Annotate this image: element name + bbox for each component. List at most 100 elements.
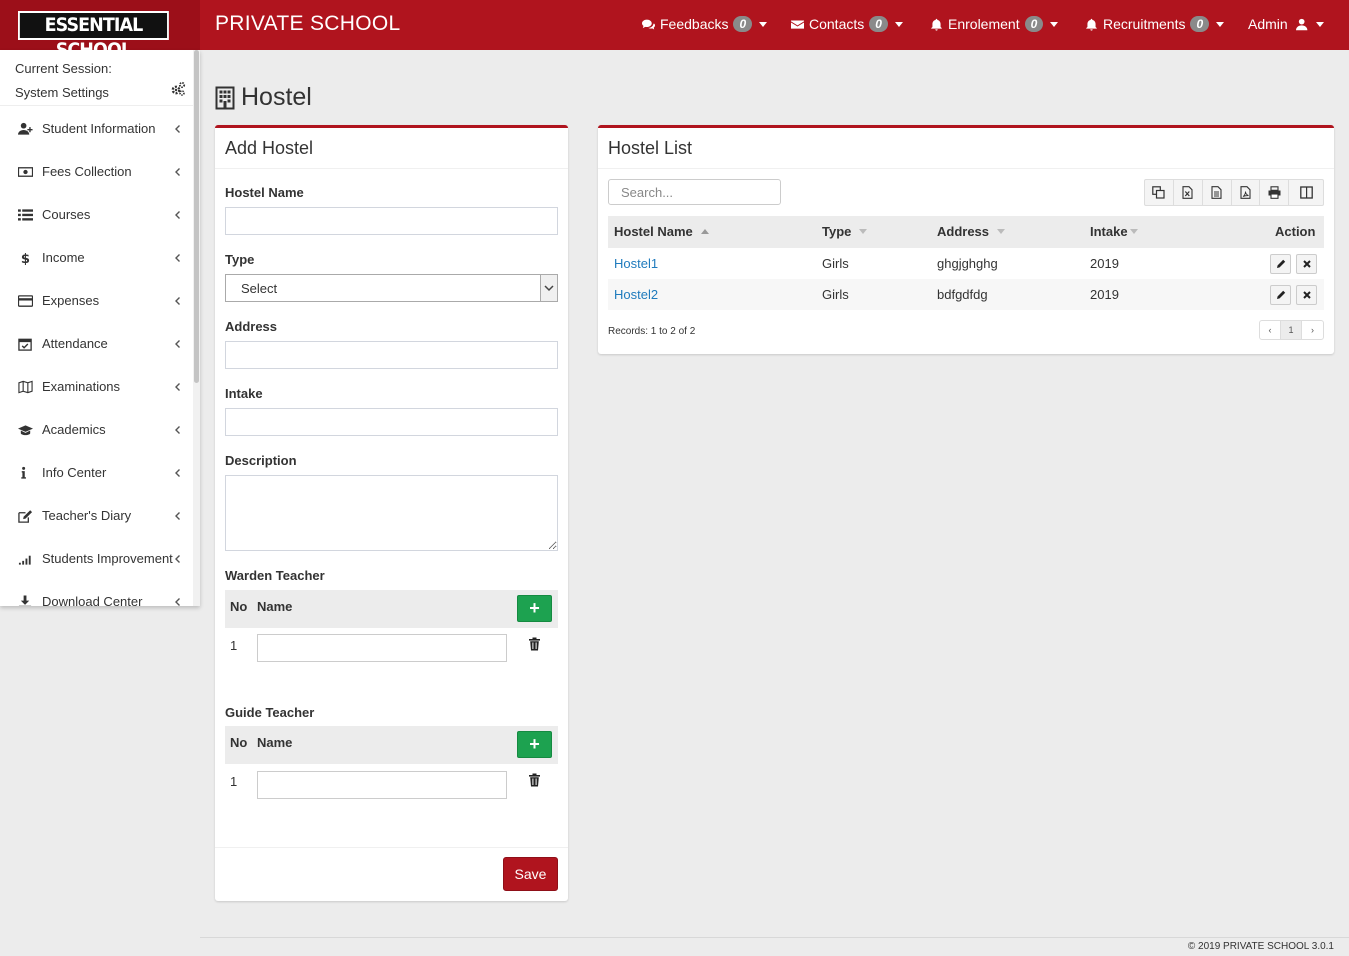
footer-copyright: © 2019 PRIVATE SCHOOL 3.0.1 (1187, 941, 1334, 952)
description-textarea[interactable] (225, 475, 558, 551)
sidebar-item-examinations[interactable]: Examinations (0, 365, 193, 408)
chevron-left-icon (175, 425, 180, 434)
col-address[interactable]: Address (937, 224, 1006, 239)
sidebar-item-fees-collection[interactable]: Fees Collection (0, 150, 193, 193)
pagination-next[interactable]: › (1302, 321, 1323, 339)
divider (215, 168, 568, 169)
add-guide-button[interactable]: + (517, 731, 552, 758)
sort-desc-icon (997, 229, 1006, 234)
sidebar-item-student-information[interactable]: Student Information (0, 107, 193, 150)
session-panel: Current Session: System Settings (0, 50, 193, 106)
type-label: Type (225, 252, 255, 267)
chevron-left-icon (175, 210, 180, 219)
chevron-left-icon (175, 167, 180, 176)
hostel-name-link[interactable]: Hostel2 (614, 287, 658, 302)
chevron-left-icon (175, 253, 180, 262)
edit-icon (17, 509, 32, 523)
enrolement-count-badge: 0 (1024, 16, 1044, 32)
school-logo[interactable]: ESSENTIAL SCHOOL (18, 11, 169, 61)
nav-recruitments[interactable]: Recruitments 0 (1085, 16, 1225, 32)
trash-icon[interactable] (528, 773, 541, 787)
user-menu[interactable]: Admin (1248, 16, 1324, 32)
select-arrow (540, 275, 557, 301)
scrollbar-thumb[interactable] (194, 50, 199, 383)
search-input[interactable] (608, 179, 781, 205)
print-button[interactable] (1260, 180, 1290, 205)
hostel-address-cell: bdfgdfdg (937, 287, 988, 302)
hostel-type-cell: Girls (822, 256, 849, 271)
trash-icon[interactable] (528, 637, 541, 651)
chevron-left-icon (175, 339, 180, 348)
logo-area[interactable]: ESSENTIAL SCHOOL (0, 0, 200, 61)
signal-icon (18, 555, 31, 565)
guide-table-header: No Name + (225, 726, 558, 764)
user-icon (1295, 18, 1308, 30)
delete-button[interactable] (1296, 285, 1317, 305)
excel-button[interactable] (1174, 180, 1203, 205)
print-icon (1268, 186, 1281, 199)
edit-button[interactable] (1270, 285, 1291, 305)
sidebar-item-attendance[interactable]: Attendance (0, 322, 193, 365)
file-excel-icon (1182, 186, 1193, 199)
sidebar-item-students-improvement[interactable]: Students Improvement (0, 537, 193, 580)
edit-button[interactable] (1270, 254, 1291, 274)
info-icon (20, 466, 26, 479)
sidebar-item-label: Fees Collection (42, 164, 132, 179)
sidebar-item-expenses[interactable]: Expenses (0, 279, 193, 322)
sidebar-item-teachers-diary[interactable]: Teacher's Diary (0, 494, 193, 537)
svg-text:$: $ (20, 252, 29, 265)
type-select[interactable]: Select (225, 274, 558, 302)
page-title: Hostel (215, 83, 312, 112)
column-visibility-button[interactable] (1289, 180, 1323, 205)
guide-teacher-input[interactable] (257, 771, 507, 799)
save-button[interactable]: Save (503, 857, 558, 891)
user-plus-icon (17, 122, 33, 135)
feedbacks-count-badge: 0 (733, 16, 753, 32)
nav-feedbacks-label: Feedbacks (660, 16, 729, 32)
hostel-name-label: Hostel Name (225, 185, 304, 200)
nav-enrolement[interactable]: Enrolement 0 (930, 16, 1059, 32)
sidebar: Current Session: System Settings Student… (0, 50, 200, 606)
sort-desc-icon (859, 229, 868, 234)
pencil-icon (1276, 259, 1285, 268)
nav-contacts[interactable]: Contacts 0 (791, 16, 903, 32)
warden-teacher-input[interactable] (257, 634, 507, 662)
recruitments-count-badge: 0 (1190, 16, 1210, 32)
add-warden-button[interactable]: + (517, 595, 552, 622)
warden-table-header: No Name + (225, 590, 558, 628)
csv-button[interactable] (1203, 180, 1232, 205)
app-title: PRIVATE SCHOOL (215, 12, 401, 35)
sidebar-scrollbar[interactable] (193, 50, 200, 606)
download-icon (18, 594, 31, 606)
col-type[interactable]: Type (822, 224, 868, 239)
hostel-name-link[interactable]: Hostel1 (614, 256, 658, 271)
gears-icon[interactable] (170, 81, 186, 97)
description-label: Description (225, 453, 297, 468)
sort-asc-icon (700, 229, 709, 234)
pagination-page[interactable]: 1 (1281, 321, 1302, 339)
type-select-value: Select (241, 281, 278, 296)
pagination-prev[interactable]: ‹ (1260, 321, 1281, 339)
sidebar-item-download-center[interactable]: Download Center (0, 580, 193, 606)
copy-button[interactable] (1145, 180, 1174, 205)
building-icon (215, 86, 235, 109)
current-session-label: Current Session: (15, 61, 112, 76)
pdf-button[interactable] (1232, 180, 1261, 205)
delete-button[interactable] (1296, 254, 1317, 274)
system-settings-link[interactable]: System Settings (15, 85, 109, 100)
col-intake[interactable]: Intake (1090, 224, 1138, 239)
sidebar-item-academics[interactable]: Academics (0, 408, 193, 451)
address-input[interactable] (225, 341, 558, 369)
sidebar-item-courses[interactable]: Courses (0, 193, 193, 236)
credit-card-icon (17, 294, 33, 307)
intake-input[interactable] (225, 408, 558, 436)
hostel-name-input[interactable] (225, 207, 558, 235)
nav-enrolement-label: Enrolement (948, 16, 1020, 32)
caret-down-icon (1315, 21, 1324, 27)
sidebar-item-income[interactable]: $ Income (0, 236, 193, 279)
sidebar-item-info-center[interactable]: Info Center (0, 451, 193, 494)
col-hostel-name[interactable]: Hostel Name (614, 224, 709, 239)
nav-feedbacks[interactable]: Feedbacks 0 (642, 16, 768, 32)
col-name-header: Name (257, 599, 293, 614)
hostel-address-cell: ghgjghghg (937, 256, 998, 271)
